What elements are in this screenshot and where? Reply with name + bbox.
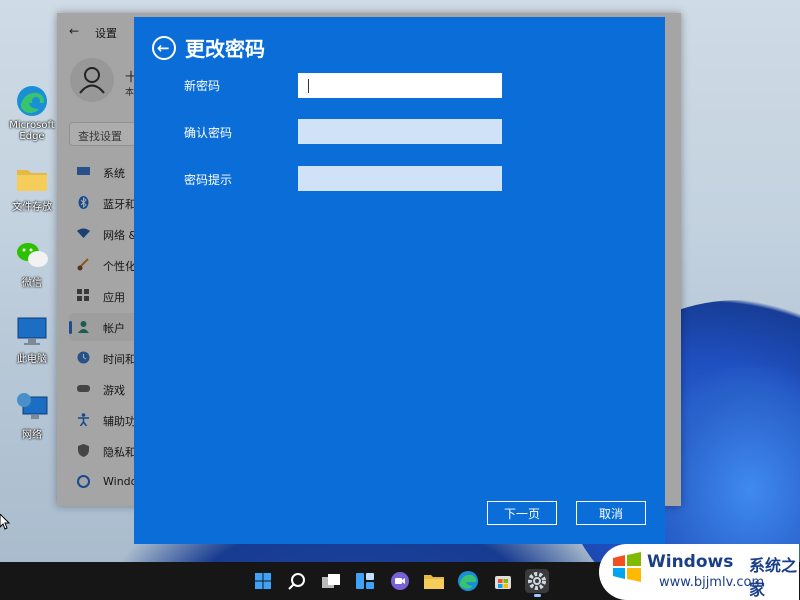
back-button[interactable]: ← xyxy=(152,36,176,60)
start-icon[interactable] xyxy=(251,569,275,593)
widgets-icon[interactable] xyxy=(353,569,377,593)
cancel-button[interactable]: 取消 xyxy=(576,501,646,525)
desktop-icon-wechat[interactable]: 微信 xyxy=(6,238,58,289)
password-hint-label: 密码提示 xyxy=(184,173,233,187)
dialog-title: 更改密码 xyxy=(185,37,265,61)
watermark: Windows 系统之家 www.bjjmlv.com xyxy=(599,544,799,600)
desktop-icon-label: 网络 xyxy=(22,430,42,441)
teams-chat-icon[interactable] xyxy=(388,569,412,593)
confirm-password-label: 确认密码 xyxy=(184,126,233,140)
text-caret xyxy=(308,79,309,93)
file-explorer-icon[interactable] xyxy=(422,569,446,593)
watermark-brand: Windows xyxy=(647,552,734,572)
desktop-icon-computer[interactable]: 此电脑 xyxy=(6,314,58,365)
new-password-label: 新密码 xyxy=(184,79,221,93)
folder-icon xyxy=(15,162,49,196)
windows-logo-icon xyxy=(612,552,642,582)
desktop-icon-network[interactable]: 网络 xyxy=(6,390,58,441)
next-button[interactable]: 下一页 xyxy=(487,501,557,525)
watermark-url: www.bjjmlv.com xyxy=(659,575,765,590)
password-hint-input[interactable] xyxy=(298,166,502,191)
network-icon xyxy=(15,390,49,424)
computer-icon xyxy=(15,314,49,348)
settings-icon[interactable] xyxy=(525,569,549,597)
desktop-icon-label: Microsoft Edge xyxy=(9,120,55,142)
search-icon[interactable] xyxy=(285,569,309,593)
task-view-icon[interactable] xyxy=(319,569,343,593)
desktop-icon-label: 微信 xyxy=(22,278,42,289)
mouse-cursor-icon xyxy=(0,513,11,530)
desktop-icon-label: 文件存放 xyxy=(12,202,52,213)
back-arrow-icon: ← xyxy=(157,39,170,57)
desktop-icon-edge[interactable]: Microsoft Edge xyxy=(6,84,58,142)
desktop-icon-label: 此电脑 xyxy=(17,354,47,365)
confirm-password-input[interactable] xyxy=(298,119,502,144)
wechat-icon xyxy=(15,238,49,272)
desktop-icon-folder[interactable]: 文件存放 xyxy=(6,162,58,213)
edge-icon[interactable] xyxy=(456,569,480,593)
edge-icon xyxy=(15,84,49,118)
store-icon[interactable] xyxy=(491,569,515,593)
change-password-dialog: ← 更改密码 新密码 确认密码 密码提示 下一页 取消 xyxy=(134,17,665,544)
new-password-input[interactable] xyxy=(298,73,502,98)
